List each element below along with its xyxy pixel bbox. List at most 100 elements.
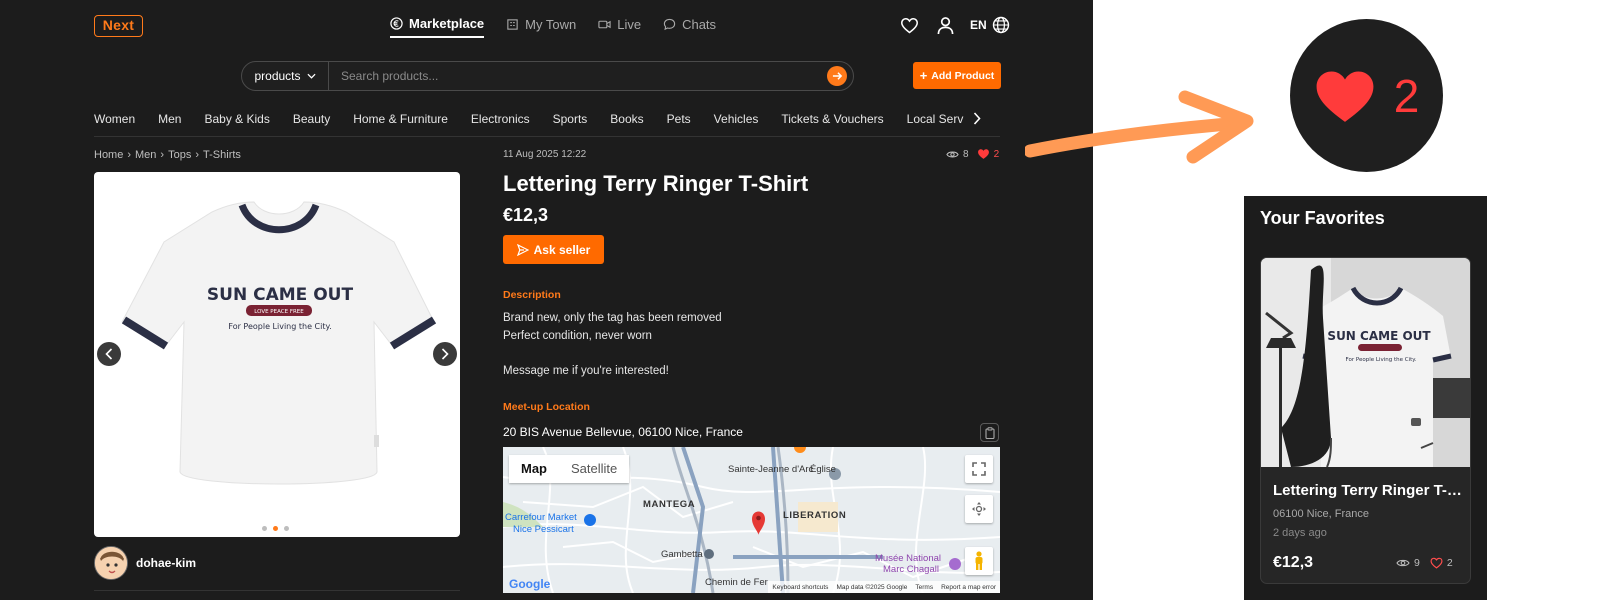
- category-vehicles[interactable]: Vehicles: [702, 112, 759, 126]
- product-price: €12,3: [503, 205, 549, 225]
- breadcrumb: Home › Men › Tops › T-Shirts: [94, 149, 241, 161]
- breadcrumb-tops[interactable]: Tops: [168, 149, 191, 161]
- chat-icon: [663, 18, 676, 30]
- meetup-heading: Meet-up Location: [503, 401, 590, 413]
- map-label: Musée National: [875, 553, 942, 564]
- favorite-product-card[interactable]: SUN CAME OUT For People Living the City.…: [1260, 257, 1471, 584]
- copy-address-button[interactable]: [980, 423, 999, 442]
- seller-profile[interactable]: dohae-kim: [94, 546, 196, 580]
- map-terms-link[interactable]: Terms: [915, 584, 933, 591]
- add-product-button[interactable]: + Add Product: [913, 62, 1001, 89]
- likes-callout: 2: [1290, 19, 1443, 172]
- move-icon: [972, 502, 986, 516]
- ask-seller-button[interactable]: Ask seller: [503, 235, 604, 264]
- map-tab-map[interactable]: Map: [509, 455, 559, 483]
- nav-chats[interactable]: Chats: [663, 12, 716, 36]
- gallery-next-button[interactable]: [433, 342, 457, 366]
- divider: [94, 590, 460, 591]
- globe-icon: [992, 16, 1009, 34]
- map-label: Église: [810, 464, 836, 475]
- language-selector[interactable]: EN: [970, 16, 1010, 34]
- map-tab-satellite[interactable]: Satellite: [559, 455, 629, 483]
- category-scroll-right-button[interactable]: [967, 108, 987, 128]
- category-local-services[interactable]: Local Serv: [895, 112, 964, 126]
- category-home-furniture[interactable]: Home & Furniture: [341, 112, 448, 126]
- category-bar: Women Men Baby & Kids Beauty Home & Furn…: [94, 101, 1000, 137]
- heart-outline-icon[interactable]: [1430, 557, 1443, 569]
- pegman-icon: [975, 551, 983, 570]
- user-icon[interactable]: [934, 14, 956, 36]
- google-logo-text: Google: [509, 577, 551, 591]
- gallery-dot-active[interactable]: [273, 526, 278, 531]
- gallery-pagination-dots: [262, 526, 289, 531]
- shirt-print-headline: SUN CAME OUT: [1327, 329, 1431, 343]
- product-image-gallery[interactable]: SUN CAME OUT LOVE PEACE FREE For People …: [94, 172, 460, 537]
- breadcrumb-separator: ›: [195, 149, 200, 161]
- nav-label: Marketplace: [409, 15, 485, 31]
- category-men[interactable]: Men: [146, 112, 181, 126]
- meetup-address: 20 BIS Avenue Bellevue, 06100 Nice, Fran…: [503, 425, 743, 439]
- language-label: EN: [970, 18, 987, 32]
- category-sports[interactable]: Sports: [541, 112, 588, 126]
- marketplace-app: Next Marketplace My Town Live Chats EN p…: [0, 0, 1093, 600]
- nav-marketplace[interactable]: Marketplace: [390, 12, 485, 38]
- heart-icon[interactable]: [977, 148, 990, 160]
- map-label: Marc Chagall: [883, 564, 939, 575]
- shirt-print-tagline: LOVE PEACE FREE: [254, 309, 304, 315]
- euro-icon: [390, 16, 403, 30]
- category-books[interactable]: Books: [598, 112, 643, 126]
- gallery-prev-button[interactable]: [97, 342, 121, 366]
- map-fullscreen-button[interactable]: [965, 455, 993, 483]
- search-input[interactable]: [329, 62, 827, 90]
- category-tickets-vouchers[interactable]: Tickets & Vouchers: [769, 112, 883, 126]
- breadcrumb-tshirts[interactable]: T-Shirts: [203, 149, 241, 161]
- breadcrumb-home[interactable]: Home: [94, 149, 123, 161]
- map-label: Carrefour Market: [505, 512, 577, 523]
- site-logo[interactable]: Next: [94, 15, 143, 37]
- map-label: Nice Pessicart: [513, 524, 574, 535]
- breadcrumb-separator: ›: [160, 149, 165, 161]
- plus-icon: +: [919, 67, 928, 83]
- search-scope-dropdown[interactable]: products: [242, 62, 329, 90]
- header-actions: EN: [898, 14, 1010, 36]
- listing-date: 11 Aug 2025 12:22: [503, 149, 587, 160]
- clipboard-icon: [984, 426, 995, 439]
- description-line: Message me if you're interested!: [503, 364, 669, 377]
- search-submit-button[interactable]: [827, 66, 847, 86]
- shirt-print-subline: For People Living the City.: [1346, 357, 1417, 363]
- favorite-product-image: SUN CAME OUT For People Living the City.: [1261, 258, 1470, 467]
- map-keyboard-shortcuts[interactable]: Keyboard shortcuts: [772, 584, 828, 591]
- map-camera-control[interactable]: [965, 495, 993, 523]
- breadcrumb-men[interactable]: Men: [135, 149, 156, 161]
- screenshot-stage: Next Marketplace My Town Live Chats EN p…: [0, 0, 1600, 600]
- nav-label: Chats: [682, 16, 717, 32]
- shirt-print-subline: For People Living the City.: [228, 322, 331, 331]
- category-electronics[interactable]: Electronics: [459, 112, 530, 126]
- map-report-error-link[interactable]: Report a map error: [941, 584, 996, 591]
- orange-callout-arrow: [1025, 90, 1254, 164]
- nav-live[interactable]: Live: [598, 12, 641, 36]
- shirt-print-headline: SUN CAME OUT: [207, 285, 354, 305]
- search-scope-label: products: [254, 69, 301, 83]
- likes-count: 2: [993, 148, 1000, 160]
- search-bar: products: [241, 61, 854, 91]
- google-logo[interactable]: Google: [509, 577, 550, 591]
- favorite-product-title: Lettering Terry Ringer T-Shirt: [1273, 482, 1463, 499]
- map-label: Sainte-Jeanne d'Arc: [728, 464, 814, 475]
- listing-stats: 8 2: [946, 148, 999, 160]
- street-view-pegman[interactable]: [965, 547, 993, 575]
- category-pets[interactable]: Pets: [655, 112, 691, 126]
- favorite-product-location: 06100 Nice, France: [1273, 508, 1369, 520]
- gallery-dot[interactable]: [262, 526, 267, 531]
- favorite-product-age: 2 days ago: [1273, 527, 1327, 539]
- nav-my-town[interactable]: My Town: [506, 12, 576, 36]
- category-beauty[interactable]: Beauty: [281, 112, 330, 126]
- favorites-heart-icon[interactable]: [898, 14, 920, 36]
- gallery-dot[interactable]: [284, 526, 289, 531]
- description-heading: Description: [503, 289, 561, 301]
- meetup-map[interactable]: Sainte-Jeanne d'Arc Église MANTEGA LIBER…: [503, 447, 1000, 593]
- avatar: [94, 546, 128, 580]
- category-women[interactable]: Women: [94, 112, 135, 126]
- tshirt-image: SUN CAME OUT LOVE PEACE FREE For People …: [121, 201, 437, 485]
- category-baby-kids[interactable]: Baby & Kids: [192, 112, 269, 126]
